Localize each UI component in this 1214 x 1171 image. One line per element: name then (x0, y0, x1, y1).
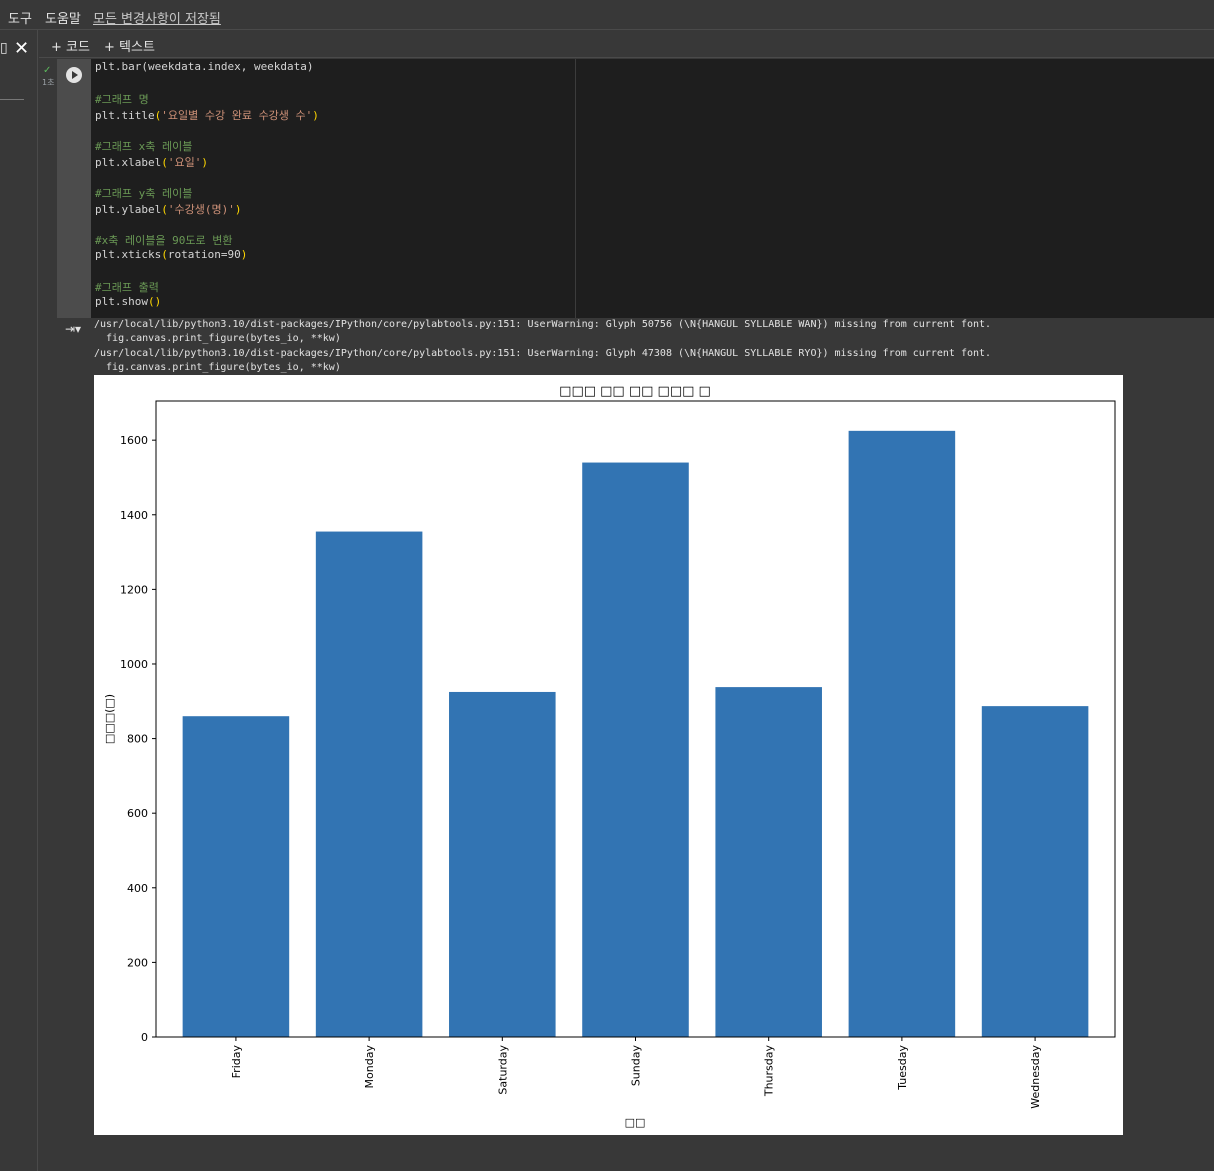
code-token: #그래프 y축 레이블 (95, 187, 193, 201)
cell-status-gutter: ✓ 1초 (39, 59, 57, 318)
code-line: plt.xticks(rotation=90) (95, 248, 247, 261)
y-tick-label: 0 (141, 1031, 148, 1044)
code-token: ( (161, 203, 168, 217)
code-token: #x축 레이블을 90도로 변환 (95, 234, 233, 248)
run-cell-button[interactable] (66, 67, 82, 83)
code-token: ) (312, 109, 319, 122)
code-token: plt.ylabel (95, 203, 162, 217)
code-token: '요일' (167, 156, 202, 170)
menu-bar: 도구 도움말 모든 변경사항이 저장됨 (0, 0, 1214, 30)
y-tick-label: 1600 (120, 434, 148, 447)
bar-monday (315, 531, 423, 1037)
code-token: #그래프 x축 레이블 (95, 140, 193, 154)
bars-group (182, 430, 1089, 1037)
code-token: rotation=90 (167, 248, 241, 262)
code-line: #그래프 명 (95, 91, 149, 107)
y-tick-label: 1200 (120, 583, 148, 596)
code-editor[interactable]: plt.bar(weekdata.index, weekdata) #그래프 명p… (91, 59, 1214, 318)
bar-tuesday (848, 430, 956, 1037)
code-token: #그래프 출력 (95, 281, 159, 295)
editor-ruler (575, 59, 576, 318)
close-icon[interactable]: ✕ (14, 38, 29, 59)
bar-friday (182, 716, 290, 1037)
y-axis-label: □□□(□) (103, 694, 116, 744)
y-tick-label: 200 (127, 956, 148, 969)
code-line: #x축 레이블을 90도로 변환 (95, 232, 232, 248)
y-ticks-group: 0 200 400 600 800 1000 1200 1400 1600 (120, 434, 156, 1044)
x-tick-label: Tuesday (896, 1045, 909, 1091)
x-ticks-group: Friday Monday Saturday Sunday Thursday Tuesda… (230, 1037, 1042, 1109)
code-token: plt.show (95, 295, 148, 309)
cell-output: /usr/local/lib/python3.10/dist-packages/… (91, 318, 1214, 1144)
bar-chart: 0 200 400 600 800 1000 1200 1400 1600 Friday Mond… (103, 384, 1116, 1129)
code-token: ( (161, 156, 168, 170)
code-token: () (147, 295, 162, 309)
chart-figure: 0 200 400 600 800 1000 1200 1400 1600 Friday Mond… (94, 375, 1123, 1135)
code-line: plt.show() (95, 295, 161, 308)
chart-title: □□□ □□ □□ □□□ □ (559, 384, 711, 399)
run-column (57, 59, 91, 318)
x-tick-label: Thursday (763, 1045, 776, 1098)
code-line: plt.title('요일별 수강 완료 수강생 수') (95, 107, 319, 123)
code-token: ) (201, 156, 208, 170)
execution-time: 1초 (42, 78, 55, 87)
output-options-icon[interactable]: ⇥▾ (65, 322, 83, 338)
code-token: ) (240, 248, 248, 262)
panel-divider (0, 99, 24, 100)
y-tick-label: 600 (127, 807, 148, 820)
menu-help[interactable]: 도움말 (45, 8, 81, 27)
bar-saturday (449, 691, 556, 1037)
bar-thursday (715, 687, 822, 1037)
code-token: ) (234, 203, 242, 217)
y-tick-label: 1000 (120, 658, 148, 671)
code-line: plt.bar(weekdata.index, weekdata) (95, 60, 314, 73)
save-status-link[interactable]: 모든 변경사항이 저장됨 (93, 8, 221, 27)
output-gutter: ⇥▾ (57, 318, 91, 1144)
x-tick-label: Sunday (630, 1045, 643, 1087)
add-text-button[interactable]: + 텍스트 (104, 36, 155, 55)
code-token: '요일별 수강 완료 수강생 수' (161, 109, 313, 122)
menu-tools[interactable]: 도구 (8, 8, 32, 27)
bar-wednesday (981, 706, 1089, 1037)
add-code-button[interactable]: + 코드 (51, 36, 90, 55)
warning-line: fig.canvas.print_figure(bytes_io, **kw) (94, 361, 341, 373)
x-axis-label: □□ (625, 1116, 646, 1129)
code-line: plt.ylabel('수강생(명)') (95, 201, 241, 217)
code-line: #그래프 y축 레이블 (95, 185, 192, 201)
y-tick-label: 800 (127, 733, 148, 746)
code-token: plt.xticks (95, 248, 162, 262)
code-line: #그래프 x축 레이블 (95, 138, 192, 154)
notebook-toolbar: + 코드 + 텍스트 (39, 30, 1214, 58)
x-tick-label: Friday (230, 1045, 243, 1079)
panel-edge-icon: ▯ (0, 40, 8, 56)
y-tick-label: 1400 (120, 509, 148, 522)
warning-line: /usr/local/lib/python3.10/dist-packages/… (94, 347, 992, 359)
code-cell: ✓ 1초 plt.bar(weekdata.index, weekdata) #그… (39, 59, 1214, 1144)
code-token: '수강생(명)' (167, 203, 235, 217)
x-tick-label: Saturday (496, 1045, 509, 1095)
code-token: ( (161, 248, 168, 262)
code-line: #그래프 출력 (95, 279, 159, 295)
code-line: plt.xlabel('요일') (95, 154, 208, 170)
x-tick-label: Monday (363, 1045, 376, 1089)
bar-sunday (582, 462, 689, 1037)
left-side-panel: ▯ ✕ (0, 30, 38, 1171)
code-token: #그래프 명 (95, 93, 149, 107)
y-tick-label: 400 (127, 882, 148, 895)
checkmark-icon: ✓ (43, 65, 52, 76)
x-tick-label: Wednesday (1029, 1045, 1042, 1109)
code-token: plt.xlabel (95, 156, 162, 170)
code-token: plt.title (95, 109, 155, 122)
code-token: plt.bar(weekdata.index, weekdata) (95, 60, 314, 73)
warning-line: /usr/local/lib/python3.10/dist-packages/… (94, 319, 992, 330)
warning-line: fig.canvas.print_figure(bytes_io, **kw) (94, 333, 341, 345)
